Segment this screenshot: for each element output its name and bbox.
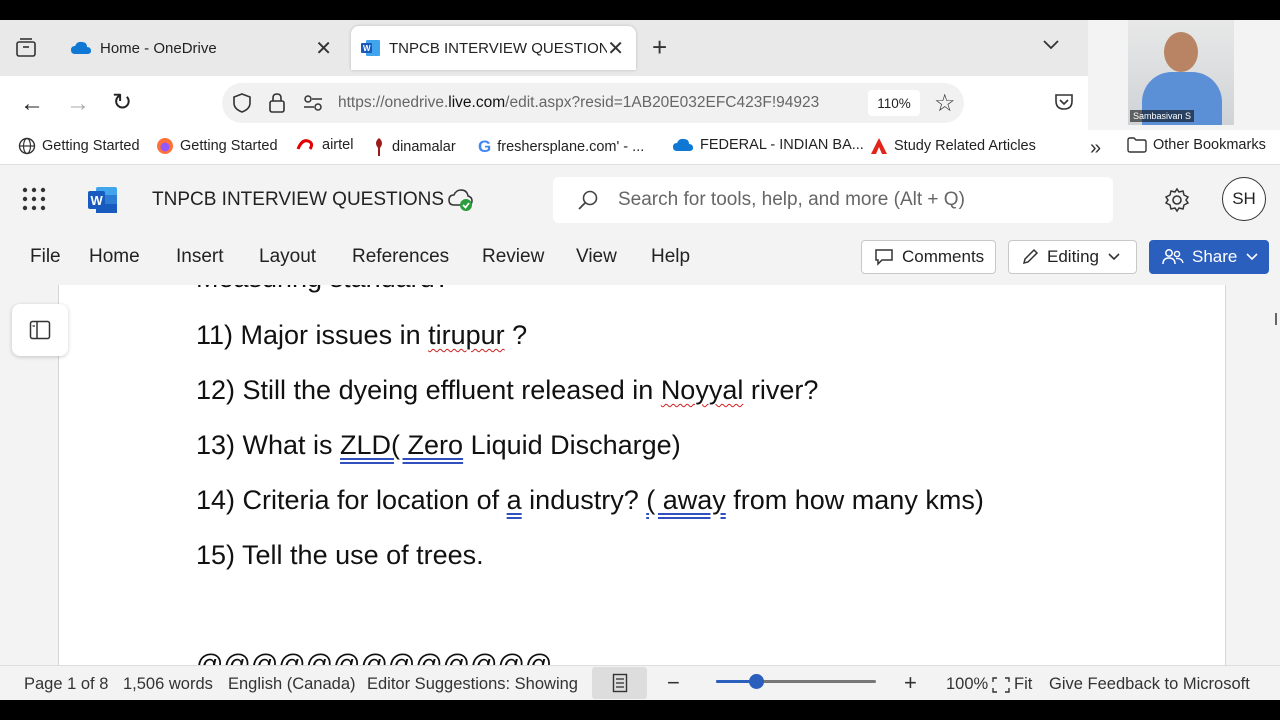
globe-icon (18, 137, 36, 155)
refresh-icon[interactable]: ↻ (112, 88, 132, 117)
word-count[interactable]: 1,506 words (123, 675, 213, 694)
zoom-badge[interactable]: 110% (868, 90, 920, 116)
person-head (1164, 32, 1198, 72)
shield-icon[interactable] (232, 92, 252, 119)
search-placeholder: Search for tools, help, and more (Alt + … (618, 189, 965, 210)
bookmark-getting-started-2[interactable]: Getting Started (156, 137, 278, 155)
tab-actions-icon[interactable] (14, 36, 38, 60)
tab-title: TNPCB INTERVIEW QUESTIONS.d (389, 39, 607, 57)
close-tab-icon[interactable]: ✕ (315, 36, 332, 61)
navigation-pane-icon (29, 320, 51, 340)
tab-strip: Home - OneDrive ✕ W TNPCB INTERVIEW QUES… (0, 20, 1088, 76)
saved-cloud-icon[interactable] (448, 188, 474, 217)
bookmark-federal[interactable]: FEDERAL - INDIAN BA... (672, 137, 864, 153)
navigation-pane-button[interactable] (12, 304, 68, 356)
print-layout-button[interactable] (592, 667, 647, 699)
scrollbar-thumb[interactable] (1275, 313, 1277, 325)
document-page[interactable] (58, 285, 1226, 665)
app-launcher-icon[interactable] (22, 187, 46, 216)
zoom-out-icon[interactable]: − (667, 670, 680, 696)
forward-icon[interactable]: → (66, 90, 90, 118)
favorite-star-icon[interactable]: ☆ (934, 89, 956, 118)
tab-references[interactable]: References (352, 246, 449, 268)
zoom-slider-track[interactable] (716, 674, 876, 689)
pencil-icon (1021, 248, 1039, 266)
share-button[interactable]: Share (1149, 240, 1269, 274)
search-icon (577, 189, 599, 216)
svg-text:W: W (91, 193, 104, 208)
permissions-icon[interactable] (302, 93, 324, 118)
document-title[interactable]: TNPCB INTERVIEW QUESTIONS (152, 189, 444, 211)
top-letterbox (0, 0, 1280, 20)
settings-gear-icon[interactable] (1164, 187, 1190, 218)
page-count[interactable]: Page 1 of 8 (24, 675, 108, 694)
address-bar[interactable]: https://onedrive.live.com/edit.aspx?resi… (222, 83, 964, 123)
bookmark-dinamalar[interactable]: dinamalar (372, 137, 456, 157)
tab-file[interactable]: File (30, 246, 61, 268)
dinamalar-icon (372, 137, 386, 157)
tab-help[interactable]: Help (651, 246, 690, 268)
airtel-icon (296, 137, 316, 153)
language-indicator[interactable]: English (Canada) (228, 675, 356, 694)
tab-insert[interactable]: Insert (176, 246, 224, 268)
folder-icon (1127, 137, 1147, 153)
word-icon: W (361, 39, 381, 57)
give-feedback-link[interactable]: Give Feedback to Microsoft (1049, 675, 1250, 694)
tab-home[interactable]: Home (89, 246, 140, 268)
chevron-down-icon (1107, 252, 1121, 262)
onedrive-cloud-icon (70, 40, 92, 56)
more-bookmarks-chevron-icon[interactable]: » (1090, 137, 1101, 160)
lock-icon[interactable] (268, 92, 286, 119)
bookmark-study[interactable]: Study Related Articles (870, 137, 1036, 155)
firefox-icon (156, 137, 174, 155)
tab-review[interactable]: Review (482, 246, 544, 268)
bookmark-airtel[interactable]: airtel (296, 137, 353, 153)
search-box[interactable]: Search for tools, help, and more (Alt + … (553, 177, 1113, 223)
chevron-down-icon (1245, 252, 1259, 262)
bottom-letterbox (0, 700, 1280, 720)
zoom-in-icon[interactable]: + (904, 670, 917, 696)
page-layout-icon (612, 673, 628, 693)
url-text[interactable]: https://onedrive.live.com/edit.aspx?resi… (338, 94, 819, 112)
tab-onedrive[interactable]: Home - OneDrive ✕ (58, 26, 344, 70)
close-tab-icon[interactable]: ✕ (607, 36, 624, 61)
comment-icon (874, 248, 894, 266)
new-tab-icon[interactable]: + (652, 32, 667, 63)
editor-suggestions[interactable]: Editor Suggestions: Showing (367, 675, 578, 694)
tab-layout[interactable]: Layout (259, 246, 316, 268)
bookmark-getting-started-1[interactable]: Getting Started (18, 137, 140, 155)
google-icon: G (478, 137, 492, 156)
tab-list-chevron-icon[interactable] (1042, 38, 1060, 56)
avatar[interactable]: SH (1222, 177, 1266, 221)
fit-button[interactable]: Fit (992, 675, 1032, 694)
comments-button[interactable]: Comments (861, 240, 996, 274)
onedrive-icon (672, 138, 694, 152)
tab-title: Home - OneDrive (100, 39, 217, 57)
svg-text:W: W (363, 44, 371, 53)
people-icon (1162, 248, 1184, 266)
zoom-percentage[interactable]: 100% (946, 675, 988, 694)
word-logo-icon[interactable]: W (88, 186, 118, 219)
participant-name: Sambasivan S (1130, 110, 1195, 122)
webcam-video: Sambasivan S (1128, 20, 1234, 125)
tab-word-doc[interactable]: W TNPCB INTERVIEW QUESTIONS.d ✕ (351, 26, 636, 70)
editing-mode-button[interactable]: Editing (1008, 240, 1137, 274)
adobe-icon (870, 137, 888, 155)
fit-icon (992, 676, 1010, 693)
back-icon[interactable]: ← (20, 90, 44, 118)
bookmark-freshersplane[interactable]: G freshersplane.com' - ... (478, 137, 644, 157)
other-bookmarks[interactable]: Other Bookmarks (1127, 137, 1266, 153)
pocket-icon[interactable] (1054, 93, 1074, 116)
tab-view[interactable]: View (576, 246, 617, 268)
zoom-slider-thumb[interactable] (749, 674, 764, 689)
